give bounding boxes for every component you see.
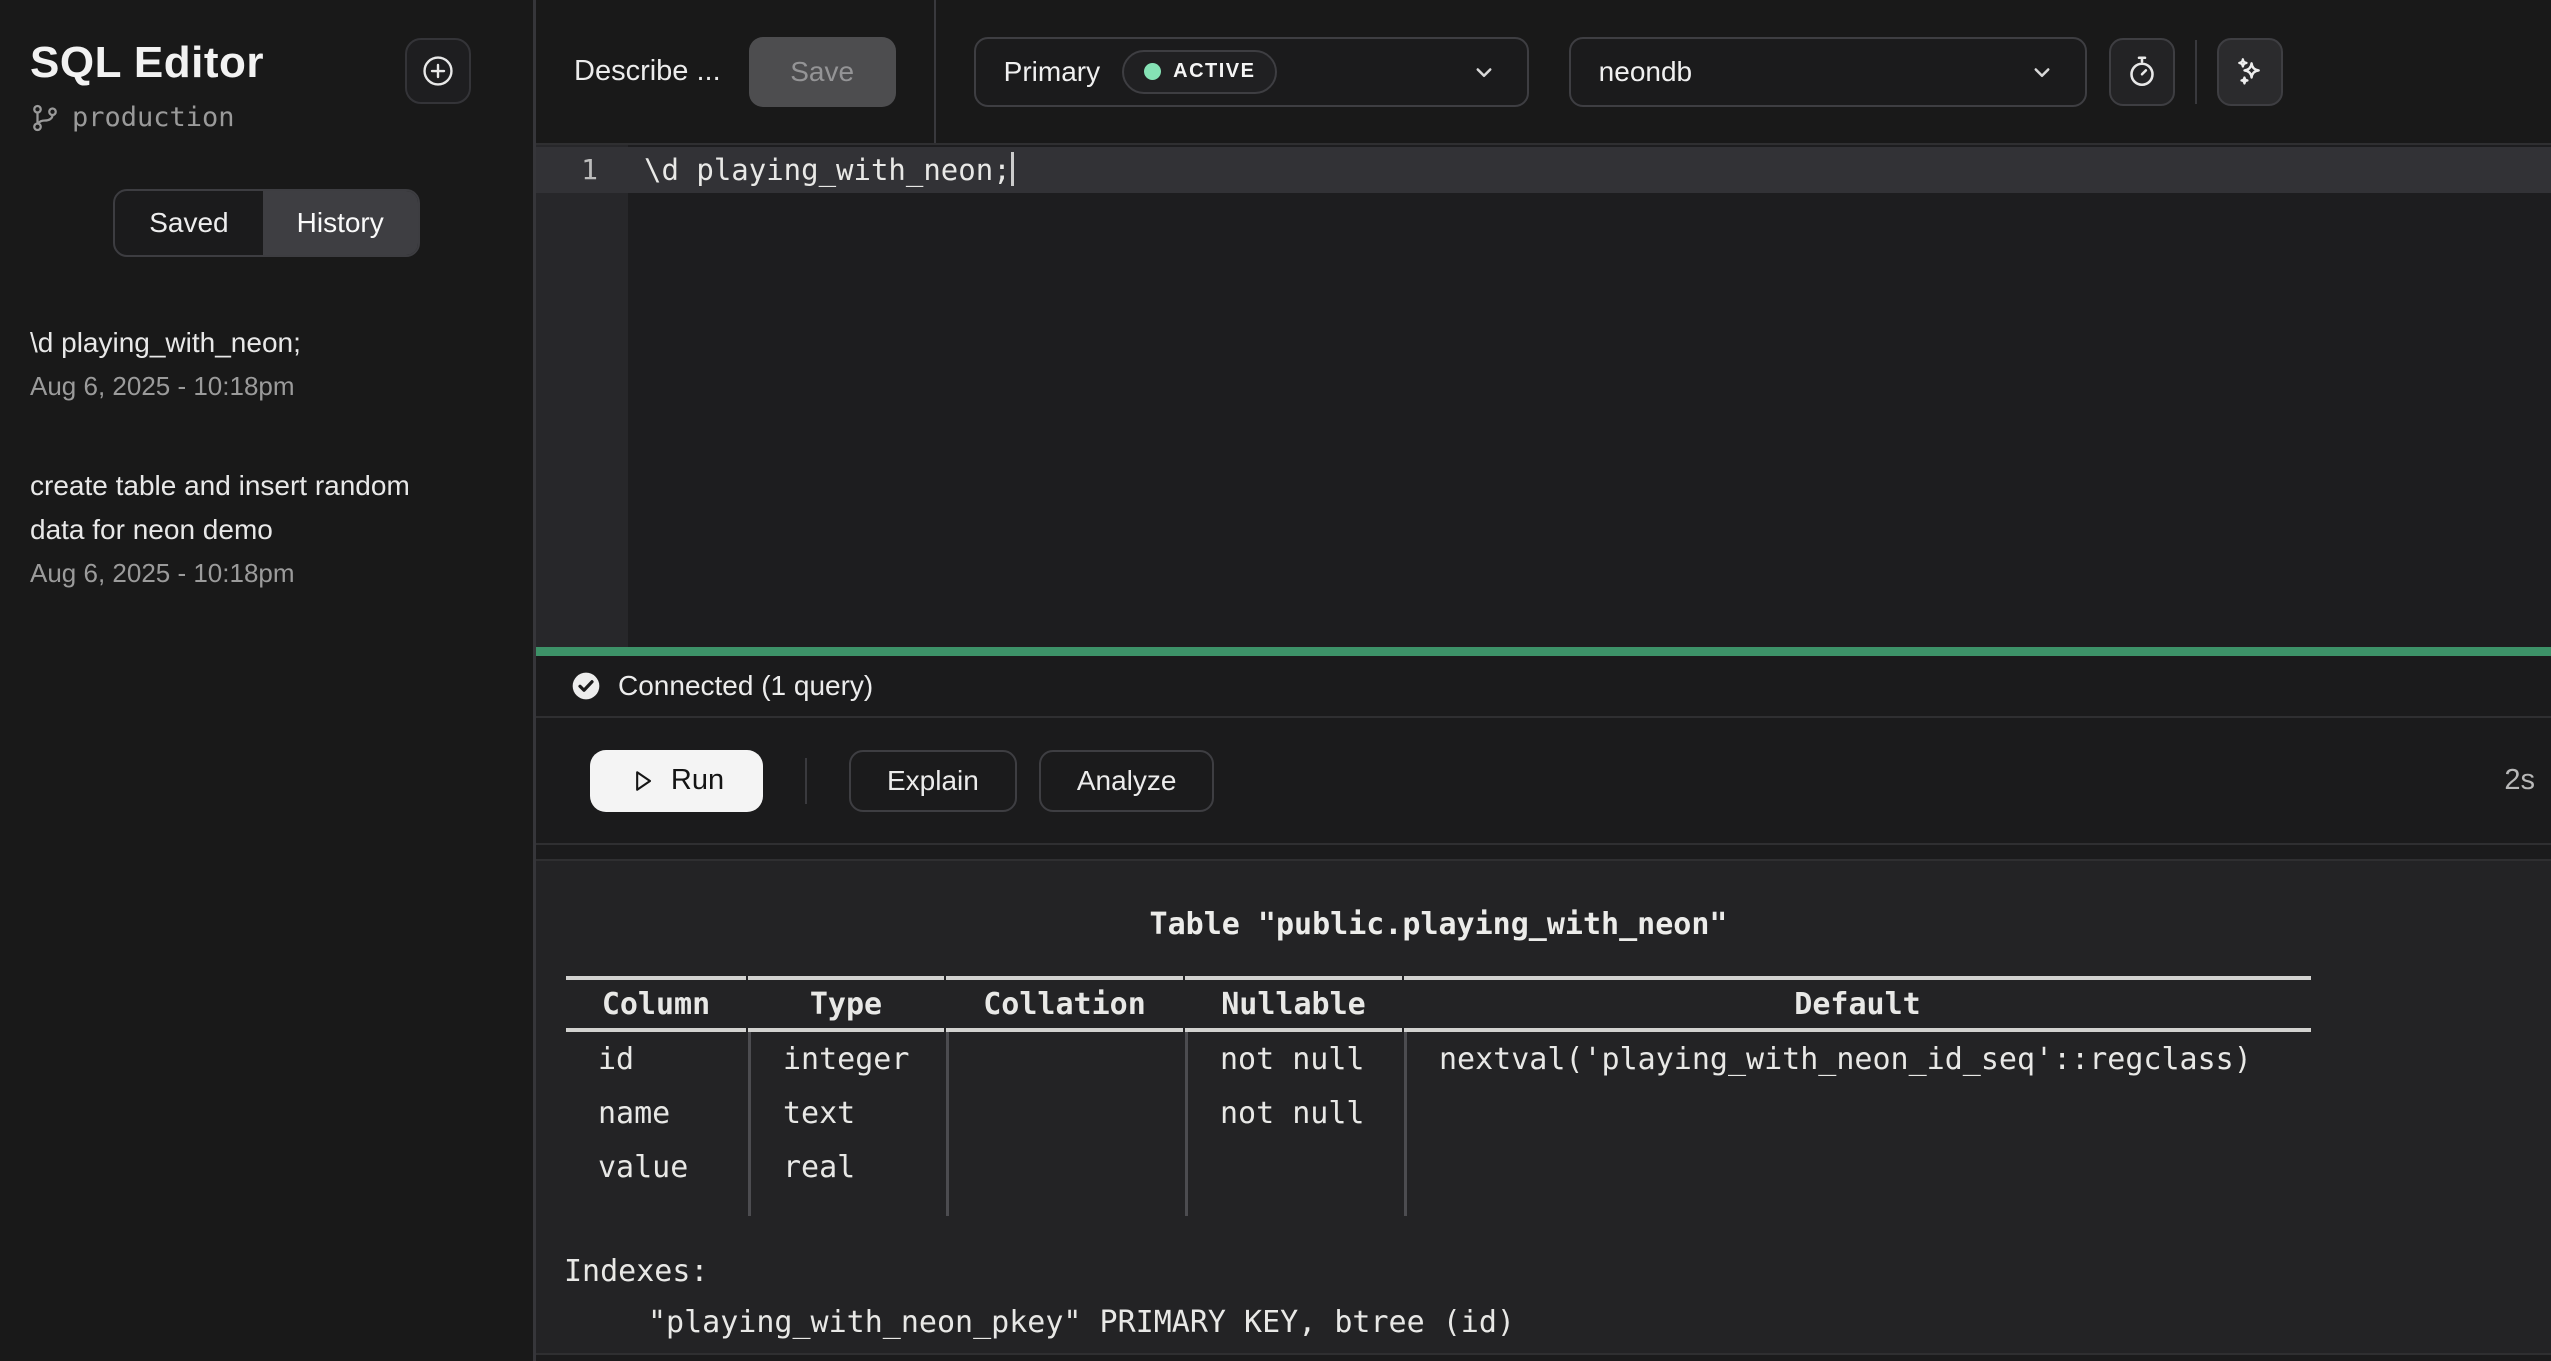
editor-gutter bbox=[536, 145, 628, 647]
new-query-button[interactable] bbox=[405, 38, 471, 104]
results-table: Column Type Collation Nullable Default i… bbox=[564, 976, 2313, 1216]
branch-indicator: production bbox=[30, 102, 264, 133]
chevron-down-icon bbox=[1469, 57, 1499, 87]
history-item[interactable]: create table and insert random data for … bbox=[30, 464, 503, 589]
branch-selector-dropdown[interactable]: Primary ACTIVE bbox=[974, 37, 1529, 107]
table-cell: integer bbox=[748, 1032, 944, 1086]
query-toolbar: Run Explain Analyze 2s bbox=[536, 718, 2551, 845]
table-cell: not null bbox=[1185, 1086, 1402, 1140]
table-cell bbox=[946, 1032, 1183, 1086]
toolbar-divider bbox=[805, 758, 807, 804]
table-cell: not null bbox=[1185, 1032, 1402, 1086]
ai-assist-button[interactable] bbox=[2217, 38, 2283, 106]
play-icon bbox=[629, 767, 657, 795]
query-title: Describe ... bbox=[574, 55, 721, 88]
branch-status-badge: ACTIVE bbox=[1122, 50, 1277, 94]
index-definition: "playing_with_neon_pkey" PRIMARY KEY, bt… bbox=[564, 1297, 2313, 1348]
table-header-row: Column Type Collation Nullable Default bbox=[566, 976, 2311, 1032]
sparkles-icon bbox=[2231, 53, 2269, 91]
column-header: Nullable bbox=[1185, 976, 1402, 1032]
run-button[interactable]: Run bbox=[590, 750, 763, 812]
table-row: id integer not null nextval('playing_wit… bbox=[566, 1032, 2311, 1086]
history-item-timestamp: Aug 6, 2025 - 10:18pm bbox=[30, 558, 503, 589]
explain-button[interactable]: Explain bbox=[849, 750, 1017, 812]
branch-status-text: ACTIVE bbox=[1173, 60, 1255, 83]
code-text: \d playing_with_neon; bbox=[644, 153, 1011, 187]
table-cell bbox=[1185, 1140, 1402, 1194]
table-cell bbox=[946, 1086, 1183, 1140]
indexes-block: Indexes: "playing_with_neon_pkey" PRIMAR… bbox=[564, 1246, 2313, 1348]
run-button-label: Run bbox=[671, 764, 724, 797]
bottom-strip bbox=[536, 1353, 2551, 1361]
table-cell bbox=[946, 1140, 1183, 1194]
header-divider bbox=[934, 0, 936, 143]
column-header: Column bbox=[566, 976, 746, 1032]
editor-pane: Describe ... Save Primary ACTIVE neondb bbox=[533, 0, 2551, 1361]
results-table-title: Table "public.playing_with_neon" bbox=[564, 907, 2313, 942]
table-cell bbox=[1404, 1086, 2311, 1140]
connection-status-text: Connected (1 query) bbox=[618, 670, 873, 702]
pane-resize-handle[interactable] bbox=[536, 647, 2551, 656]
save-button[interactable]: Save bbox=[749, 37, 896, 107]
sql-code-editor[interactable]: 1 \d playing_with_neon; bbox=[536, 145, 2551, 647]
database-selector-dropdown[interactable]: neondb bbox=[1569, 37, 2087, 107]
query-results-panel: Table "public.playing_with_neon" Column … bbox=[536, 861, 2551, 1353]
tab-history[interactable]: History bbox=[263, 191, 418, 255]
table-cell: name bbox=[566, 1086, 746, 1140]
analyze-button[interactable]: Analyze bbox=[1039, 750, 1215, 812]
column-header: Collation bbox=[946, 976, 1183, 1032]
text-cursor bbox=[1011, 152, 1014, 186]
check-circle-icon bbox=[570, 670, 602, 702]
tab-saved[interactable]: Saved bbox=[115, 191, 262, 255]
table-cell: nextval('playing_with_neon_id_seq'::regc… bbox=[1404, 1032, 2311, 1086]
branch-name: production bbox=[72, 102, 235, 133]
line-number: 1 bbox=[536, 147, 628, 193]
table-cell bbox=[1404, 1140, 2311, 1194]
table-cell: value bbox=[566, 1140, 746, 1194]
git-branch-icon bbox=[30, 103, 60, 133]
database-selector-label: neondb bbox=[1599, 56, 1692, 88]
header-divider bbox=[2195, 40, 2197, 104]
column-header: Default bbox=[1404, 976, 2311, 1032]
table-row-extension bbox=[566, 1194, 2311, 1216]
table-cell: id bbox=[566, 1032, 746, 1086]
saved-history-toggle: Saved History bbox=[113, 189, 420, 257]
page-title: SQL Editor bbox=[30, 38, 264, 88]
stopwatch-icon bbox=[2124, 54, 2160, 90]
query-duration: 2s bbox=[2504, 764, 2539, 797]
table-cell: text bbox=[748, 1086, 944, 1140]
history-item-timestamp: Aug 6, 2025 - 10:18pm bbox=[30, 371, 503, 402]
history-item-title: \d playing_with_neon; bbox=[30, 321, 470, 365]
code-line[interactable]: \d playing_with_neon; bbox=[628, 147, 1014, 193]
sidebar-header: SQL Editor production bbox=[30, 38, 503, 133]
table-row: name text not null bbox=[566, 1086, 2311, 1140]
branch-selector-label: Primary bbox=[1004, 56, 1100, 88]
table-cell: real bbox=[748, 1140, 944, 1194]
indexes-label: Indexes: bbox=[564, 1246, 2313, 1297]
history-list: \d playing_with_neon; Aug 6, 2025 - 10:1… bbox=[30, 321, 503, 651]
results-gap-strip bbox=[536, 845, 2551, 861]
status-dot-icon bbox=[1144, 63, 1161, 80]
history-item-title: create table and insert random data for … bbox=[30, 464, 470, 552]
sidebar: SQL Editor production Saved Hi bbox=[0, 0, 533, 1361]
pane-header: Describe ... Save Primary ACTIVE neondb bbox=[536, 0, 2551, 145]
query-timing-button[interactable] bbox=[2109, 38, 2175, 106]
connection-status-bar: Connected (1 query) bbox=[536, 656, 2551, 718]
column-header: Type bbox=[748, 976, 944, 1032]
history-item[interactable]: \d playing_with_neon; Aug 6, 2025 - 10:1… bbox=[30, 321, 503, 402]
chevron-down-icon bbox=[2027, 57, 2057, 87]
table-row: value real bbox=[566, 1140, 2311, 1194]
plus-circle-icon bbox=[419, 52, 457, 90]
